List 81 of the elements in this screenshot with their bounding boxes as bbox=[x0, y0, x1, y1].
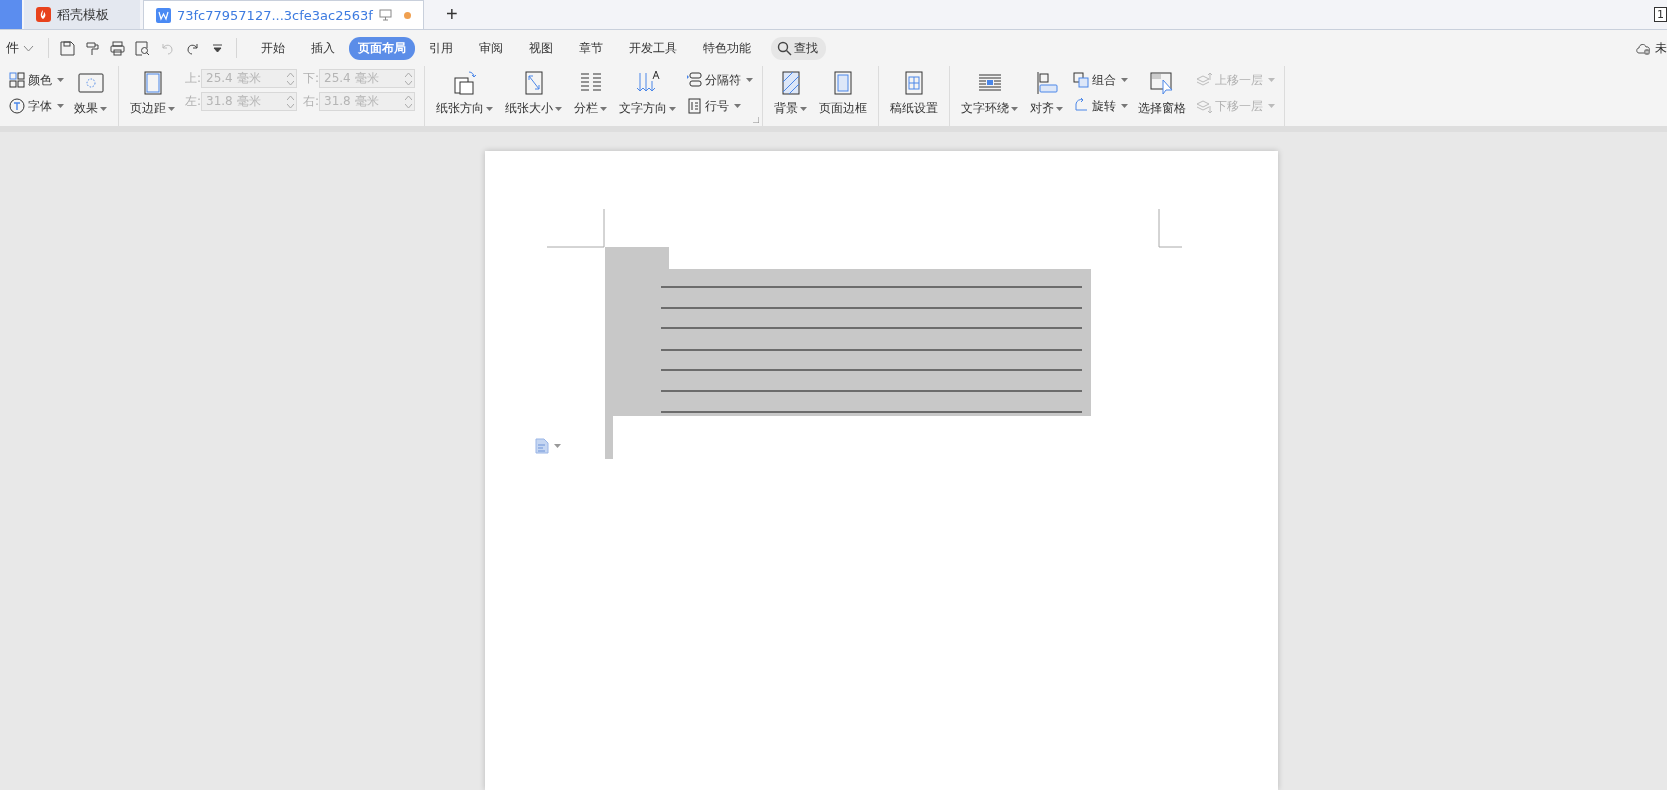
ribbon-button[interactable]: 背景 bbox=[772, 68, 809, 118]
field-label: 左: bbox=[185, 93, 199, 110]
window-badge: 1 bbox=[1654, 7, 1667, 22]
field-label: 右: bbox=[303, 93, 317, 110]
print-preview-icon[interactable] bbox=[134, 39, 151, 57]
spin-arrows-icon bbox=[405, 94, 412, 109]
caret-icon bbox=[1121, 104, 1128, 108]
spin-arrows-icon bbox=[287, 94, 294, 109]
caret-icon bbox=[800, 106, 807, 111]
paste-options-button[interactable] bbox=[535, 438, 561, 454]
search-button[interactable]: 查找 bbox=[771, 36, 826, 60]
margin-corner-mark bbox=[547, 209, 605, 249]
ribbon-button[interactable]: 分隔符 bbox=[686, 69, 753, 91]
caret-icon bbox=[669, 106, 676, 111]
caret-icon bbox=[100, 106, 107, 111]
sync-status[interactable]: 未 bbox=[1635, 39, 1667, 57]
new-tab-button[interactable]: + bbox=[431, 0, 472, 29]
ribbon-button[interactable]: 选择窗格 bbox=[1136, 68, 1188, 118]
ribbon-button[interactable]: 纸张大小 bbox=[503, 68, 564, 118]
ribbon-tab[interactable]: 审阅 bbox=[467, 36, 515, 60]
caret-icon bbox=[486, 106, 493, 111]
document-icon bbox=[535, 438, 549, 454]
document-tab[interactable]: 73fc77957127...3cfe3ac2563f bbox=[143, 0, 424, 29]
format-painter-icon[interactable] bbox=[84, 39, 101, 57]
save-icon[interactable] bbox=[59, 39, 76, 57]
tab-strip bbox=[0, 0, 22, 29]
caret-icon bbox=[746, 78, 753, 82]
ribbon-button[interactable]: 对齐 bbox=[1028, 68, 1065, 118]
ribbon-button[interactable]: 效果 bbox=[72, 68, 109, 118]
ribbon-button[interactable]: 文字环绕 bbox=[959, 68, 1020, 118]
layers-down-icon bbox=[1196, 98, 1212, 114]
ribbon-button[interactable]: 组合 bbox=[1073, 69, 1128, 91]
caret-icon bbox=[734, 104, 741, 108]
ribbon-button[interactable]: 字体 bbox=[9, 95, 64, 117]
separator-icon bbox=[686, 72, 702, 88]
caret-icon bbox=[554, 444, 561, 448]
monitor-icon bbox=[378, 9, 392, 21]
selection-pane-icon bbox=[1148, 69, 1176, 97]
ribbon-tab[interactable]: 开始 bbox=[249, 36, 297, 60]
margin-corner-mark bbox=[1158, 209, 1182, 249]
ribbon-button[interactable]: 稿纸设置 bbox=[888, 68, 940, 118]
caret-icon bbox=[1056, 106, 1063, 111]
caret-icon bbox=[57, 78, 64, 82]
caret-icon bbox=[1011, 106, 1018, 111]
field-label: 下: bbox=[303, 70, 317, 87]
rotate-icon bbox=[1073, 98, 1089, 114]
layers-up-icon bbox=[1196, 72, 1212, 88]
grid-icon bbox=[9, 72, 25, 88]
caret-icon bbox=[1268, 78, 1275, 82]
ribbon-button[interactable]: 分栏 bbox=[572, 68, 609, 118]
ribbon-tab[interactable]: 特色功能 bbox=[691, 36, 763, 60]
ribbon-button[interactable]: 旋转 bbox=[1073, 95, 1128, 117]
search-icon bbox=[777, 40, 792, 56]
chevron-down-icon bbox=[23, 44, 34, 52]
line-numbers-icon bbox=[686, 98, 702, 114]
ribbon-tab[interactable]: 开发工具 bbox=[617, 36, 689, 60]
ribbon-button[interactable]: 页面边框 bbox=[817, 68, 869, 118]
ribbon-tab[interactable]: 插入 bbox=[299, 36, 347, 60]
spin-arrows-icon bbox=[405, 71, 412, 86]
caret-icon bbox=[600, 106, 607, 111]
group-objects-icon bbox=[1073, 72, 1089, 88]
document-tab[interactable]: 稻壳模板 bbox=[24, 0, 140, 29]
flame-logo-icon bbox=[36, 7, 51, 22]
ribbon-button[interactable]: 行号 bbox=[686, 95, 753, 117]
caret-icon bbox=[168, 106, 175, 111]
document-logo-icon bbox=[156, 7, 171, 23]
caret-icon bbox=[1121, 78, 1128, 82]
ribbon-button[interactable]: 纸张方向 bbox=[434, 68, 495, 118]
file-menu[interactable]: 件 bbox=[0, 38, 42, 58]
ribbon-button[interactable]: 页边距 bbox=[128, 68, 177, 118]
ribbon-button[interactable]: 文字方向 bbox=[617, 68, 678, 118]
caret-icon bbox=[57, 104, 64, 108]
spin-arrows-icon bbox=[287, 71, 294, 86]
circle-t-icon bbox=[9, 98, 25, 114]
print-icon[interactable] bbox=[109, 39, 126, 57]
ribbon-tab[interactable]: 引用 bbox=[417, 36, 465, 60]
caret-icon bbox=[1268, 104, 1275, 108]
ribbon-button[interactable]: 颜色 bbox=[9, 69, 64, 91]
ribbon-tab[interactable]: 视图 bbox=[517, 36, 565, 60]
caret-icon bbox=[555, 106, 562, 111]
ribbon-tab[interactable]: 章节 bbox=[567, 36, 615, 60]
